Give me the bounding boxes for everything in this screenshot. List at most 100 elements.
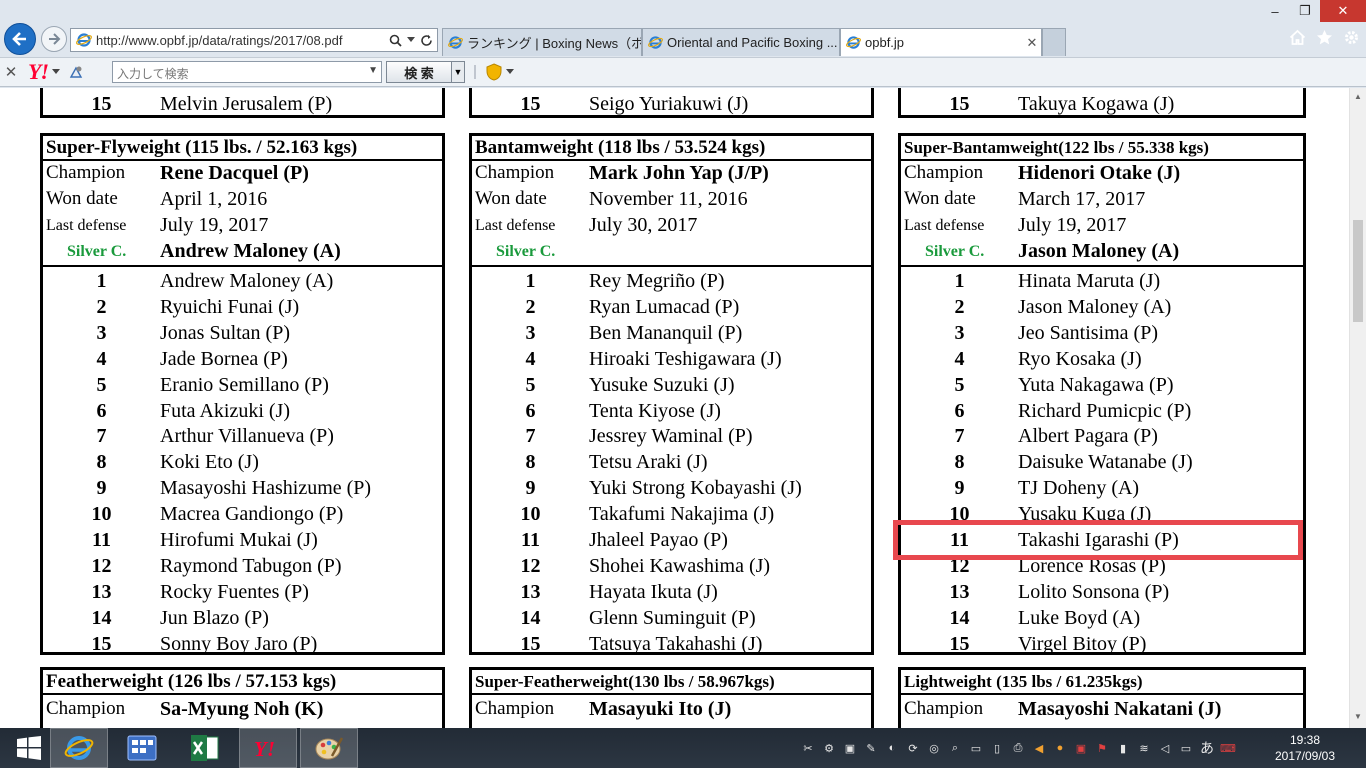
tray-sd-card-icon[interactable]: ▯ — [989, 740, 1005, 756]
tab-close-icon[interactable]: ✕ — [1023, 35, 1041, 51]
rank-number: 5 — [96, 373, 107, 396]
won-date-label: Won date — [904, 188, 976, 209]
rank-number: 2 — [954, 295, 965, 318]
toolbar-close-icon[interactable]: ✕ — [0, 63, 22, 81]
won-date-label: Won date — [46, 188, 118, 209]
table-row: 8 Tetsu Araki (J) — [472, 451, 871, 477]
division-bantamweight: Bantamweight (118 lbs / 53.524 kgs) Cham… — [469, 133, 874, 655]
back-button[interactable] — [4, 23, 36, 55]
scroll-down-icon[interactable]: ▼ — [1350, 712, 1366, 726]
taskbar-excel[interactable] — [176, 728, 234, 768]
won-date-row: Won date March 17, 2017 — [901, 187, 1303, 213]
windows-logo-icon — [17, 736, 41, 760]
search-input[interactable]: 入力して検索 ▼ — [112, 61, 382, 83]
favorites-star-icon[interactable] — [1316, 29, 1333, 46]
show-desktop-button[interactable] — [1344, 728, 1366, 768]
taskbar-paint[interactable] — [300, 728, 358, 768]
tray-flag-icon[interactable]: ⚑ — [1094, 740, 1110, 756]
tray-wifi-icon[interactable]: ≋ — [1136, 740, 1152, 756]
search-options-dropdown[interactable]: ▼ — [452, 61, 465, 83]
rank-number: 6 — [96, 399, 107, 422]
boxer-name: Hayata Ikuta (J) — [589, 580, 718, 603]
boxer-name: Tenta Kiyose (J) — [589, 399, 721, 422]
won-date: November 11, 2016 — [589, 188, 748, 210]
clock-time: 19:38 — [1289, 733, 1321, 747]
table-row: 7 Arthur Villanueva (P) — [43, 425, 442, 451]
table-row: 2 Ryuichi Funai (J) — [43, 296, 442, 322]
boxer-name: Jade Bornea (P) — [160, 347, 288, 370]
tray-network-tool-icon[interactable]: ⚙ — [821, 740, 837, 756]
boxer-name: Tatsuya Takahashi (J) — [589, 632, 763, 655]
tab-opbf-site[interactable]: Oriental and Pacific Boxing ... — [642, 28, 840, 56]
maximize-button[interactable]: ❐ — [1290, 0, 1320, 22]
search-icon[interactable] — [389, 34, 402, 47]
tray-audio-app-icon[interactable]: ◀ — [1031, 740, 1047, 756]
search-button[interactable]: 検 索 — [386, 61, 452, 83]
taskbar-yahoo[interactable]: Y! — [239, 728, 297, 768]
home-icon[interactable] — [1289, 29, 1306, 46]
rank-number: 8 — [525, 451, 536, 474]
tray-security-icon[interactable]: ◐ — [884, 740, 900, 756]
boxer-name: Yuta Nakagawa (P) — [1018, 373, 1174, 396]
taskbar-app-grid[interactable] — [113, 728, 171, 768]
system-tray: ✂ ⚙ ▣ ✎ ◐ ⟳ ◎ ⌕ ▭ ▯ ⎙ ◀ ● ▣ ⚑ ▮ ≋ ◁ ▭ あ … — [800, 728, 1236, 768]
close-window-button[interactable]: ✕ — [1320, 0, 1366, 22]
tab-opbf-pdf[interactable]: opbf.jp ✕ — [840, 28, 1042, 56]
division-title: Lightweight (135 lbs / 61.235kgs) — [901, 670, 1303, 695]
excel-icon — [191, 735, 219, 761]
won-date: April 1, 2016 — [160, 188, 268, 210]
tray-search-icon[interactable]: ⌕ — [947, 740, 963, 756]
taskbar-clock[interactable]: 19:38 2017/09/03 — [1272, 732, 1338, 764]
ime-mode-indicator[interactable]: あ — [1199, 740, 1215, 756]
tray-sync-icon[interactable]: ⟳ — [905, 740, 921, 756]
boxer-name: Hinata Maruta (J) — [1018, 270, 1161, 292]
yahoo-logo[interactable]: Y! — [28, 59, 49, 85]
tray-wired-icon[interactable]: ▭ — [1178, 740, 1194, 756]
silver-champion-row: Silver C. — [472, 239, 871, 265]
search-settings-icon[interactable] — [68, 64, 84, 80]
table-row: 10 Takafumi Nakajima (J) — [472, 503, 871, 529]
rank-number: 1 — [954, 270, 965, 292]
address-url[interactable]: http://www.opbf.jp/data/ratings/2017/08.… — [96, 33, 389, 48]
tray-display-icon[interactable]: ▣ — [842, 740, 858, 756]
tray-pdf-icon[interactable]: ▣ — [1073, 740, 1089, 756]
tray-ime-pad-icon[interactable]: ✎ — [863, 740, 879, 756]
minimize-button[interactable]: – — [1260, 0, 1290, 22]
forward-button[interactable] — [41, 26, 67, 52]
scroll-thumb[interactable] — [1353, 220, 1363, 322]
boxer-name: Hirofumi Mukai (J) — [160, 529, 318, 551]
chevron-down-icon[interactable]: ▼ — [368, 65, 378, 76]
pdf-viewer[interactable]: 15 Melvin Jerusalem (P) 15 Seigo Yuriaku… — [0, 88, 1349, 728]
division-title: Super-Flyweight (115 lbs. / 52.163 kgs) — [43, 136, 442, 161]
boxer-name: Ryuichi Funai (J) — [160, 295, 300, 318]
tray-update-icon[interactable]: ● — [1052, 740, 1068, 756]
taskbar-ie[interactable] — [50, 728, 108, 768]
chevron-down-icon[interactable] — [506, 69, 514, 75]
table-row: 11 Jhaleel Payao (P) — [472, 529, 871, 555]
rank-number: 1 — [525, 270, 536, 292]
tab-ranking[interactable]: ランキング | Boxing News（ボ... — [442, 28, 642, 56]
refresh-icon[interactable] — [420, 34, 433, 47]
tray-tools-icon[interactable]: ✂ — [800, 740, 816, 756]
chevron-down-icon[interactable] — [407, 37, 415, 43]
chevron-down-icon[interactable] — [52, 69, 60, 75]
champion-label: Champion — [475, 162, 555, 183]
scroll-up-icon[interactable]: ▲ — [1350, 92, 1366, 106]
boxer-name: Takuya Kogawa (J) — [1018, 93, 1175, 115]
address-bar[interactable]: http://www.opbf.jp/data/ratings/2017/08.… — [70, 28, 438, 52]
silver-champion-name: Andrew Maloney (A) — [160, 240, 341, 262]
gear-icon[interactable] — [1343, 29, 1360, 46]
champion-name: Masayoshi Nakatani (J) — [1018, 698, 1222, 720]
tray-printer-icon[interactable]: ⎙ — [1010, 740, 1026, 756]
new-tab-button[interactable] — [1042, 28, 1066, 56]
tray-monitor-icon[interactable]: ▭ — [968, 740, 984, 756]
boxer-name: Seigo Yuriakuwi (J) — [589, 93, 749, 115]
tray-battery-icon[interactable]: ▮ — [1115, 740, 1131, 756]
tray-keyboard-icon[interactable]: ⌨ — [1220, 740, 1236, 756]
tray-volume-icon[interactable]: ◁ — [1157, 740, 1173, 756]
security-shield-icon[interactable] — [485, 63, 503, 81]
last-defense-date: July 30, 2017 — [589, 214, 698, 236]
tray-disc-icon[interactable]: ◎ — [926, 740, 942, 756]
vertical-scrollbar[interactable]: ▲ ▼ — [1349, 88, 1366, 728]
won-date-label: Won date — [475, 188, 547, 209]
